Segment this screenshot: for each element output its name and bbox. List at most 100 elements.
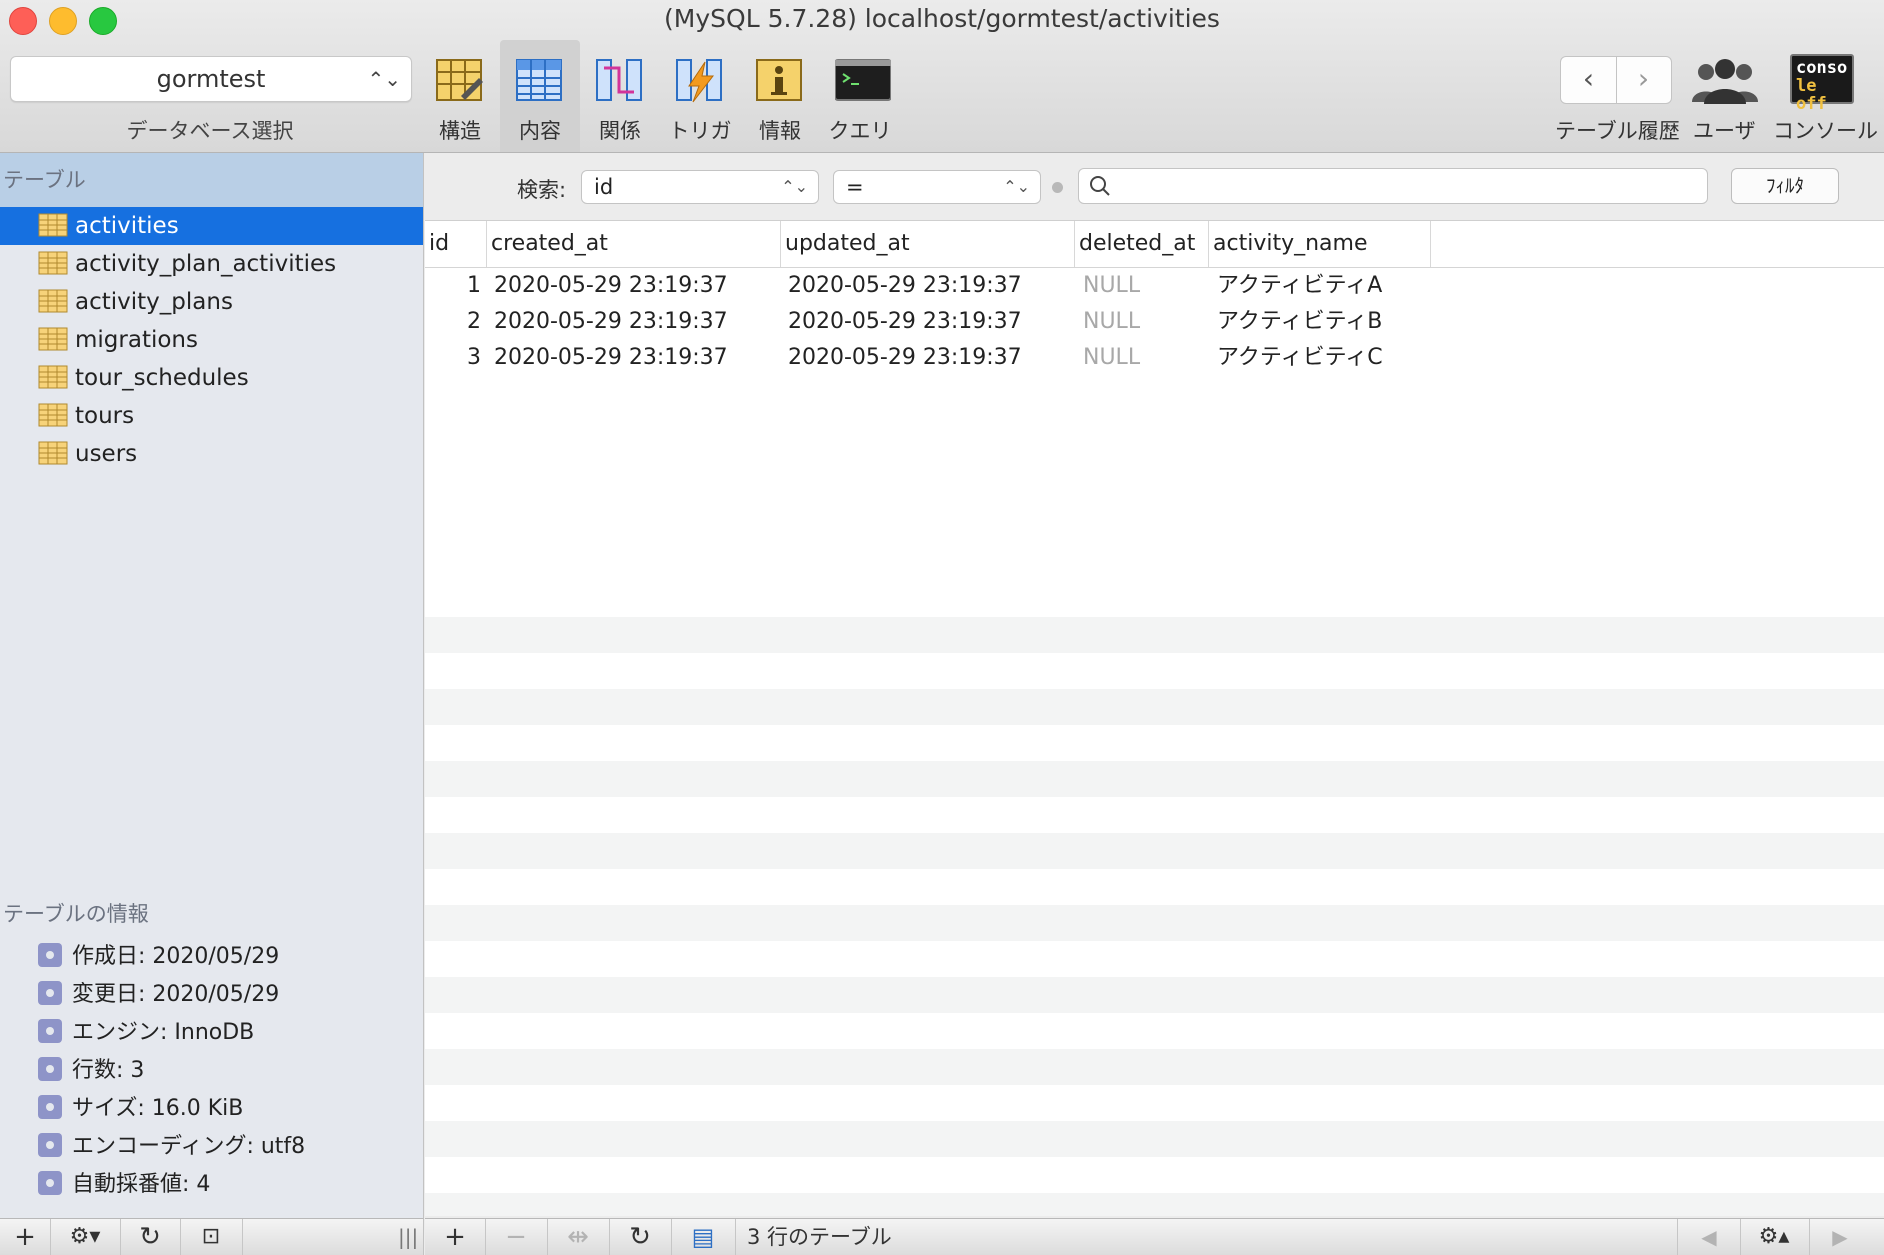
users-icon: [1692, 59, 1758, 104]
sidebar-bottom-bar: + ⚙▾ ↻ ⊡ |||: [0, 1218, 424, 1255]
sidebar-table-tour-schedules[interactable]: tour_schedules: [0, 359, 423, 397]
row-count-status: 3 行のテーブル: [747, 1225, 892, 1249]
sidebar-table-activity-plan-activities[interactable]: activity_plan_activities: [0, 245, 423, 283]
refresh-tables-button[interactable]: ↻: [120, 1219, 181, 1255]
cell-activity-name[interactable]: アクティビティC: [1217, 340, 1383, 376]
refresh-icon: ↻: [629, 1222, 651, 1252]
filter-status-dot: [1052, 182, 1063, 193]
cell-updated-at[interactable]: 2020-05-29 23:19:37: [788, 268, 1022, 304]
info-encoding-text: エンコーディング: utf8: [72, 1134, 306, 1159]
sidebar-table-label: tour_schedules: [75, 365, 249, 391]
add-row-button[interactable]: +: [425, 1219, 486, 1255]
cell-deleted-at[interactable]: NULL: [1083, 340, 1140, 376]
filter-bar: 検索: id ⌃⌄ = ⌃⌄ ﾌｨﾙﾀ: [425, 153, 1884, 221]
tables-section-header: テーブル: [0, 153, 423, 207]
column-header-id[interactable]: id: [425, 221, 487, 267]
previous-page-button[interactable]: ◀: [1677, 1219, 1741, 1255]
filter-field-value: id: [594, 175, 614, 199]
history-back-button[interactable]: ‹: [1561, 57, 1617, 103]
cell-created-at[interactable]: 2020-05-29 23:19:37: [494, 268, 728, 304]
cell-activity-name[interactable]: アクティビティB: [1217, 304, 1382, 340]
database-select[interactable]: gormtest ⌃⌄: [10, 56, 412, 102]
cell-deleted-at[interactable]: NULL: [1083, 304, 1140, 340]
cell-created-at[interactable]: 2020-05-29 23:19:37: [494, 304, 728, 340]
sidebar-table-tours[interactable]: tours: [0, 397, 423, 435]
gear-icon: ⚙▾: [69, 1224, 101, 1249]
info-icon: [756, 59, 802, 101]
table-info-toggle-button[interactable]: ⊡: [180, 1219, 243, 1255]
sidebar-table-migrations[interactable]: migrations: [0, 321, 423, 359]
filter-operator-select[interactable]: = ⌃⌄: [833, 170, 1041, 204]
table-row[interactable]: 3 2020-05-29 23:19:37 2020-05-29 23:19:3…: [425, 340, 1884, 376]
info-bullet-icon: [38, 1057, 62, 1081]
toolbar-relations-button[interactable]: 関係: [580, 40, 660, 152]
console-icon-line2: le off: [1796, 76, 1827, 114]
cell-updated-at[interactable]: 2020-05-29 23:19:37: [788, 340, 1022, 376]
toolbar-content-button[interactable]: 内容: [500, 40, 580, 152]
sidebar: テーブル activities activity_plan_activities…: [0, 153, 424, 1218]
structure-icon: [436, 59, 483, 101]
relations-icon: [596, 59, 642, 101]
table-icon: [38, 213, 68, 237]
refresh-icon: ↻: [139, 1222, 161, 1252]
database-select-value: gormtest: [156, 65, 266, 93]
info-updated-text: 変更日: 2020/05/29: [72, 982, 280, 1007]
pagination-button[interactable]: ▤: [671, 1219, 736, 1255]
column-header-activity-name[interactable]: activity_name: [1209, 221, 1431, 267]
filter-search-input[interactable]: [1119, 172, 1703, 200]
updown-chevron-icon: ⌃⌄: [367, 67, 401, 91]
sidebar-table-activity-plans[interactable]: activity_plans: [0, 283, 423, 321]
search-icon: [1090, 176, 1110, 196]
cell-id[interactable]: 1: [425, 268, 481, 304]
info-bullet-icon: [38, 1171, 62, 1195]
column-header-deleted-at[interactable]: deleted_at: [1075, 221, 1209, 267]
table-row[interactable]: 2 2020-05-29 23:19:37 2020-05-29 23:19:3…: [425, 304, 1884, 340]
toolbar-query-label: クエリ: [828, 119, 892, 143]
cell-id[interactable]: 2: [425, 304, 481, 340]
toolbar-structure-button[interactable]: 構造: [420, 40, 500, 152]
delete-row-button[interactable]: −: [485, 1219, 548, 1255]
add-table-button[interactable]: +: [0, 1219, 51, 1255]
info-auto-increment-text: 自動採番値: 4: [72, 1172, 211, 1197]
info-bullet-icon: [38, 1133, 62, 1157]
toolbar-info-button[interactable]: 情報: [740, 40, 820, 152]
users-button[interactable]: [1690, 56, 1760, 112]
filter-button[interactable]: ﾌｨﾙﾀ: [1731, 168, 1839, 204]
content-actions-button[interactable]: ⚙▴: [1739, 1219, 1810, 1255]
sidebar-table-label: migrations: [75, 327, 198, 353]
chevron-left-icon: ‹: [1582, 62, 1595, 95]
sidebar-table-activities[interactable]: activities: [0, 207, 423, 245]
console-button[interactable]: conso le off: [1790, 54, 1854, 113]
info-bullet-icon: [38, 943, 62, 967]
content-bottom-bar: + − ⇹ ↻ ▤ 3 行のテーブル ◀ ⚙▴ ▶: [425, 1218, 1884, 1255]
info-rows-text: 行数: 3: [72, 1058, 145, 1083]
cell-id[interactable]: 3: [425, 340, 481, 376]
updown-chevron-icon: ⌃⌄: [781, 177, 808, 196]
table-actions-button[interactable]: ⚙▾: [50, 1219, 121, 1255]
cell-deleted-at[interactable]: NULL: [1083, 268, 1140, 304]
filter-search-field[interactable]: [1078, 168, 1708, 204]
duplicate-row-button[interactable]: ⇹: [547, 1219, 610, 1255]
column-header-updated-at[interactable]: updated_at: [781, 221, 1075, 267]
cell-activity-name[interactable]: アクティビティA: [1217, 268, 1382, 304]
table-history-label: テーブル履歴: [1555, 119, 1680, 143]
sidebar-resize-handle[interactable]: |||: [398, 1219, 418, 1255]
column-header-created-at[interactable]: created_at: [487, 221, 781, 267]
cell-created-at[interactable]: 2020-05-29 23:19:37: [494, 340, 728, 376]
refresh-content-button[interactable]: ↻: [609, 1219, 672, 1255]
info-created-text: 作成日: 2020/05/29: [72, 944, 280, 969]
cell-updated-at[interactable]: 2020-05-29 23:19:37: [788, 304, 1022, 340]
duplicate-icon: ⇹: [567, 1222, 589, 1252]
table-icon: [38, 289, 68, 313]
toolbar-query-button[interactable]: クエリ: [820, 40, 900, 152]
filter-field-select[interactable]: id ⌃⌄: [581, 170, 819, 204]
triggers-icon: [676, 59, 722, 103]
sidebar-table-users[interactable]: users: [0, 435, 423, 473]
table-row[interactable]: 1 2020-05-29 23:19:37 2020-05-29 23:19:3…: [425, 268, 1884, 304]
table-icon: [38, 441, 68, 465]
triangle-right-icon: ▶: [1832, 1225, 1848, 1249]
toolbar-triggers-button[interactable]: トリガ: [660, 40, 740, 152]
info-bullet-icon: [38, 1095, 62, 1119]
next-page-button[interactable]: ▶: [1809, 1219, 1871, 1255]
history-forward-button[interactable]: ›: [1616, 57, 1671, 103]
